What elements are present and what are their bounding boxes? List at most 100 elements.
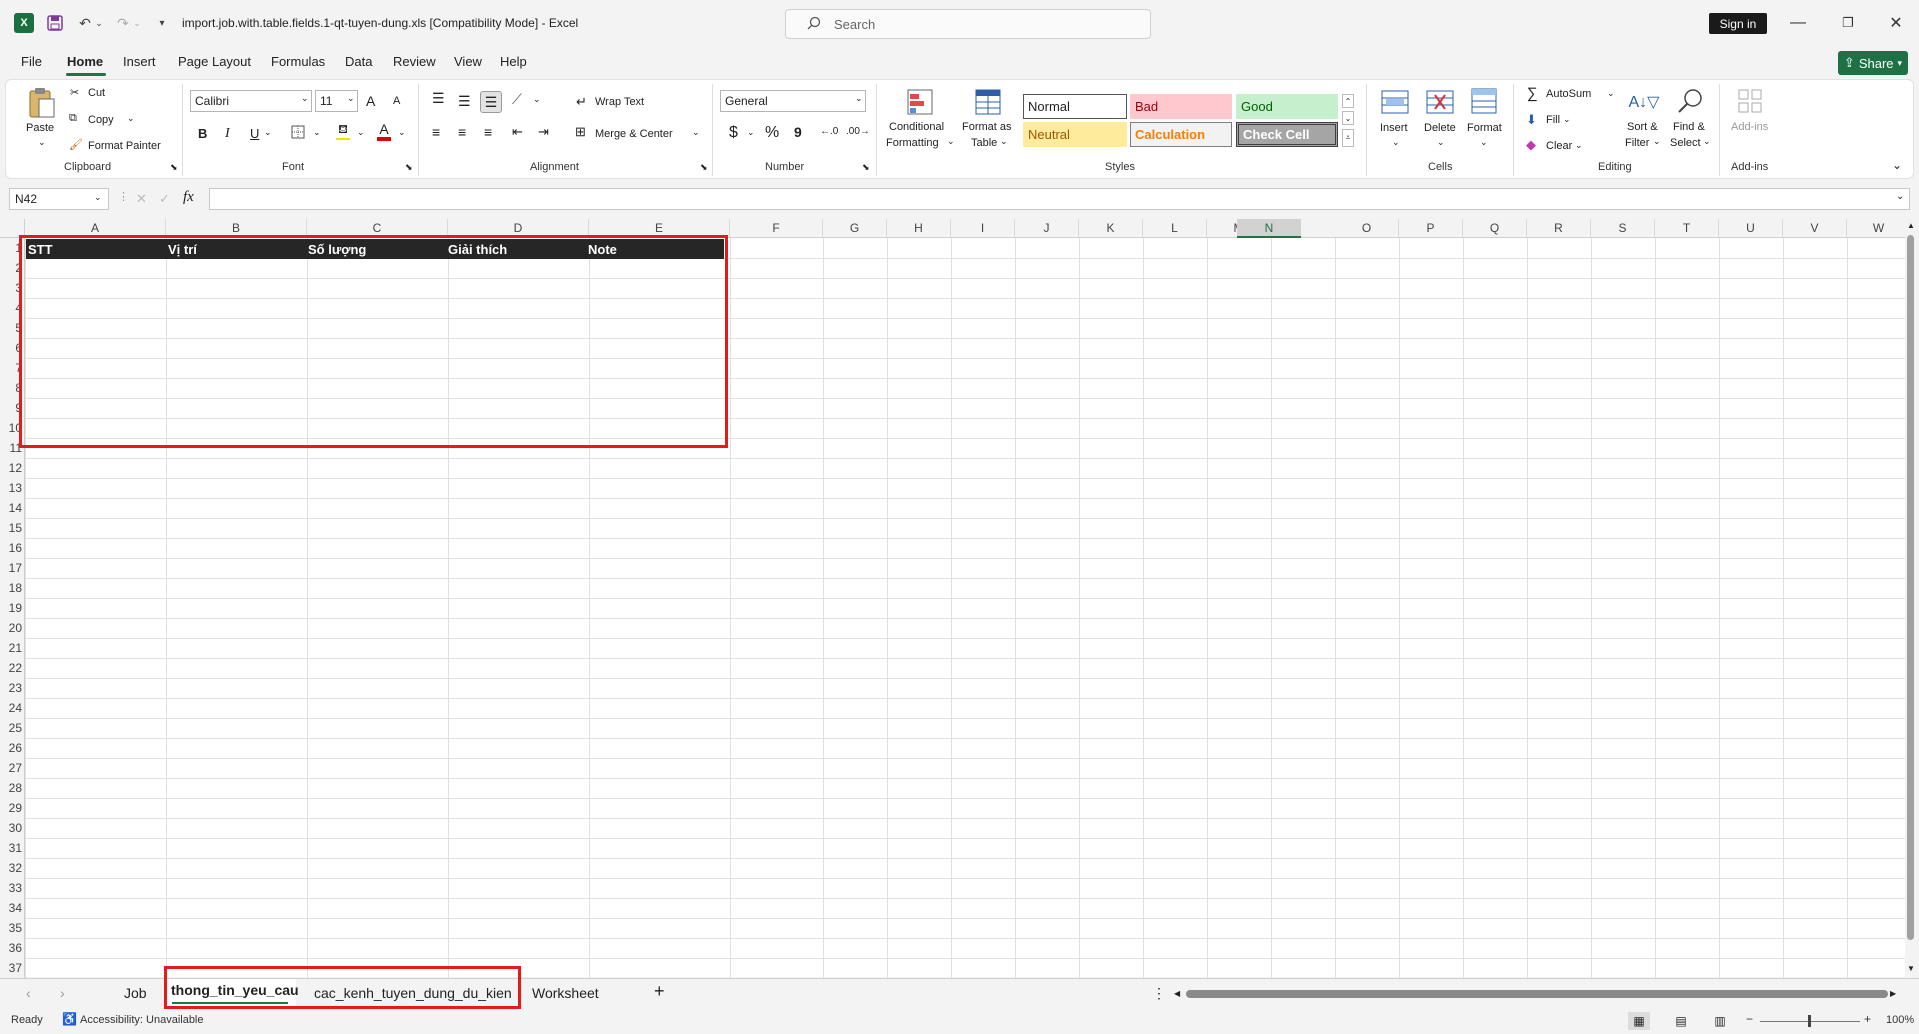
align-left-icon[interactable]: ≡ — [432, 124, 440, 140]
cut-button[interactable]: Cut — [88, 87, 105, 99]
format-as-table-dropdown-icon[interactable]: ⌄ — [1000, 136, 1008, 147]
row-header[interactable]: 30 — [0, 818, 25, 838]
format-cells-button[interactable]: Format — [1467, 122, 1502, 134]
row-header[interactable]: 25 — [0, 718, 25, 738]
copy-icon[interactable]: ⧉ — [69, 112, 77, 125]
font-color-icon[interactable]: A — [376, 121, 392, 141]
autosum-icon[interactable]: ∑ — [1527, 85, 1538, 102]
find-select-label-2[interactable]: Select — [1670, 137, 1701, 149]
wrap-text-button[interactable]: Wrap Text — [595, 96, 644, 108]
undo-dropdown-icon[interactable]: ⌄ — [94, 12, 104, 34]
format-painter-icon[interactable]: 🖌 — [69, 138, 83, 151]
orientation-icon[interactable]: ⟋ — [512, 91, 522, 108]
add-sheet-icon[interactable]: + — [654, 981, 665, 1002]
row-header[interactable]: 13 — [0, 478, 25, 498]
font-launcher-icon[interactable]: ⬊ — [405, 162, 413, 173]
copy-button[interactable]: Copy — [88, 114, 114, 126]
column-header[interactable]: F — [730, 219, 823, 238]
sheet-tab-worksheet[interactable]: Worksheet — [532, 985, 599, 1001]
conditional-formatting-dropdown-icon[interactable]: ⌄ — [947, 136, 955, 147]
sort-filter-dropdown-icon[interactable]: ⌄ — [1653, 136, 1661, 147]
currency-button[interactable]: $ — [729, 124, 738, 142]
row-header[interactable]: 23 — [0, 678, 25, 698]
align-right-icon[interactable]: ≡ — [484, 124, 492, 140]
accessibility-icon[interactable]: ♿ — [62, 1012, 77, 1026]
row-header[interactable]: 22 — [0, 658, 25, 678]
conditional-formatting-label-2[interactable]: Formatting — [886, 137, 939, 149]
row-header[interactable]: 31 — [0, 838, 25, 858]
row-header[interactable]: 16 — [0, 538, 25, 558]
decrease-decimal-icon[interactable]: .00→ — [846, 126, 870, 137]
menu-insert[interactable]: Insert — [123, 54, 156, 69]
underline-dropdown-icon[interactable]: ⌄ — [264, 127, 272, 138]
row-header[interactable]: 26 — [0, 738, 25, 758]
format-cells-dropdown-icon[interactable]: ⌄ — [1480, 137, 1488, 148]
restore-icon[interactable]: ❐ — [1828, 10, 1868, 36]
menu-view[interactable]: View — [454, 54, 482, 69]
style-calculation[interactable]: Calculation — [1130, 122, 1232, 147]
clear-dropdown-icon[interactable]: ⌄ — [1575, 140, 1583, 151]
formula-input[interactable] — [209, 188, 1910, 210]
column-header-active[interactable]: N — [1237, 219, 1301, 238]
row-header[interactable]: 27 — [0, 758, 25, 778]
wrap-text-icon[interactable]: ↵ — [576, 94, 587, 110]
paste-dropdown-icon[interactable]: ⌄ — [38, 137, 46, 148]
insert-cells-icon[interactable] — [1378, 87, 1412, 117]
delete-cells-icon[interactable] — [1423, 87, 1457, 117]
align-bottom-icon[interactable]: ☰ — [480, 91, 502, 113]
increase-decimal-icon[interactable]: ←.0 — [820, 126, 838, 137]
page-break-view-icon[interactable]: ▥ — [1709, 1012, 1731, 1030]
vertical-scroll-thumb[interactable] — [1907, 235, 1914, 940]
delete-cells-dropdown-icon[interactable]: ⌄ — [1437, 137, 1445, 148]
column-header[interactable]: L — [1143, 219, 1207, 238]
scroll-up-icon[interactable]: ▲ — [1907, 221, 1915, 230]
align-top-icon[interactable]: ☰ — [432, 90, 445, 107]
bold-button[interactable]: B — [198, 126, 207, 141]
menu-review[interactable]: Review — [393, 54, 436, 69]
column-header[interactable]: Q — [1463, 219, 1527, 238]
fill-button[interactable]: Fill — [1546, 114, 1560, 126]
row-header[interactable]: 28 — [0, 778, 25, 798]
sort-filter-icon[interactable]: A↓▽ — [1628, 87, 1660, 117]
autosum-dropdown-icon[interactable]: ⌄ — [1607, 88, 1615, 99]
merge-center-button[interactable]: Merge & Center — [595, 128, 673, 140]
italic-button[interactable]: I — [225, 126, 230, 142]
customize-qat-icon[interactable]: ▾ — [156, 12, 168, 34]
menu-page-layout[interactable]: Page Layout — [178, 54, 251, 69]
menu-formulas[interactable]: Formulas — [271, 54, 325, 69]
fill-icon[interactable]: ⬇ — [1526, 112, 1537, 128]
column-header[interactable]: J — [1015, 219, 1079, 238]
style-normal[interactable]: Normal — [1023, 94, 1127, 119]
fill-dropdown-icon[interactable]: ⌄ — [1563, 114, 1571, 125]
collapse-ribbon-icon[interactable]: ⌄ — [1892, 158, 1902, 172]
decrease-indent-icon[interactable]: ⇤ — [512, 124, 523, 140]
row-header[interactable]: 15 — [0, 518, 25, 538]
row-header[interactable]: 12 — [0, 458, 25, 478]
underline-button[interactable]: U — [250, 126, 259, 141]
column-header[interactable]: I — [951, 219, 1015, 238]
share-button[interactable]: ⇪ Share ▾ — [1838, 51, 1908, 75]
column-header[interactable]: O — [1335, 219, 1399, 238]
search-box[interactable]: Search — [785, 9, 1151, 39]
styles-more-icon[interactable]: ⩡ — [1342, 129, 1354, 147]
borders-icon[interactable] — [290, 124, 306, 140]
increase-indent-icon[interactable]: ⇥ — [538, 124, 549, 140]
fill-color-icon[interactable]: ⛾ — [335, 122, 351, 140]
orientation-dropdown-icon[interactable]: ⌄ — [533, 94, 541, 105]
scroll-down-icon[interactable]: ▼ — [1907, 964, 1915, 973]
row-header[interactable]: 29 — [0, 798, 25, 818]
insert-function-icon[interactable]: fx — [183, 189, 194, 206]
column-header[interactable]: S — [1591, 219, 1655, 238]
number-launcher-icon[interactable]: ⬊ — [862, 162, 870, 173]
percent-button[interactable]: % — [765, 124, 779, 142]
comma-button[interactable]: 9 — [794, 124, 802, 140]
column-header[interactable]: R — [1527, 219, 1591, 238]
hscroll-left-icon[interactable]: ◀ — [1174, 989, 1180, 998]
row-header[interactable]: 21 — [0, 638, 25, 658]
style-bad[interactable]: Bad — [1130, 94, 1232, 119]
style-good[interactable]: Good — [1236, 94, 1338, 119]
menu-data[interactable]: Data — [345, 54, 372, 69]
font-color-dropdown-icon[interactable]: ⌄ — [398, 127, 406, 138]
menu-help[interactable]: Help — [500, 54, 527, 69]
copy-dropdown-icon[interactable]: ⌄ — [127, 113, 135, 124]
